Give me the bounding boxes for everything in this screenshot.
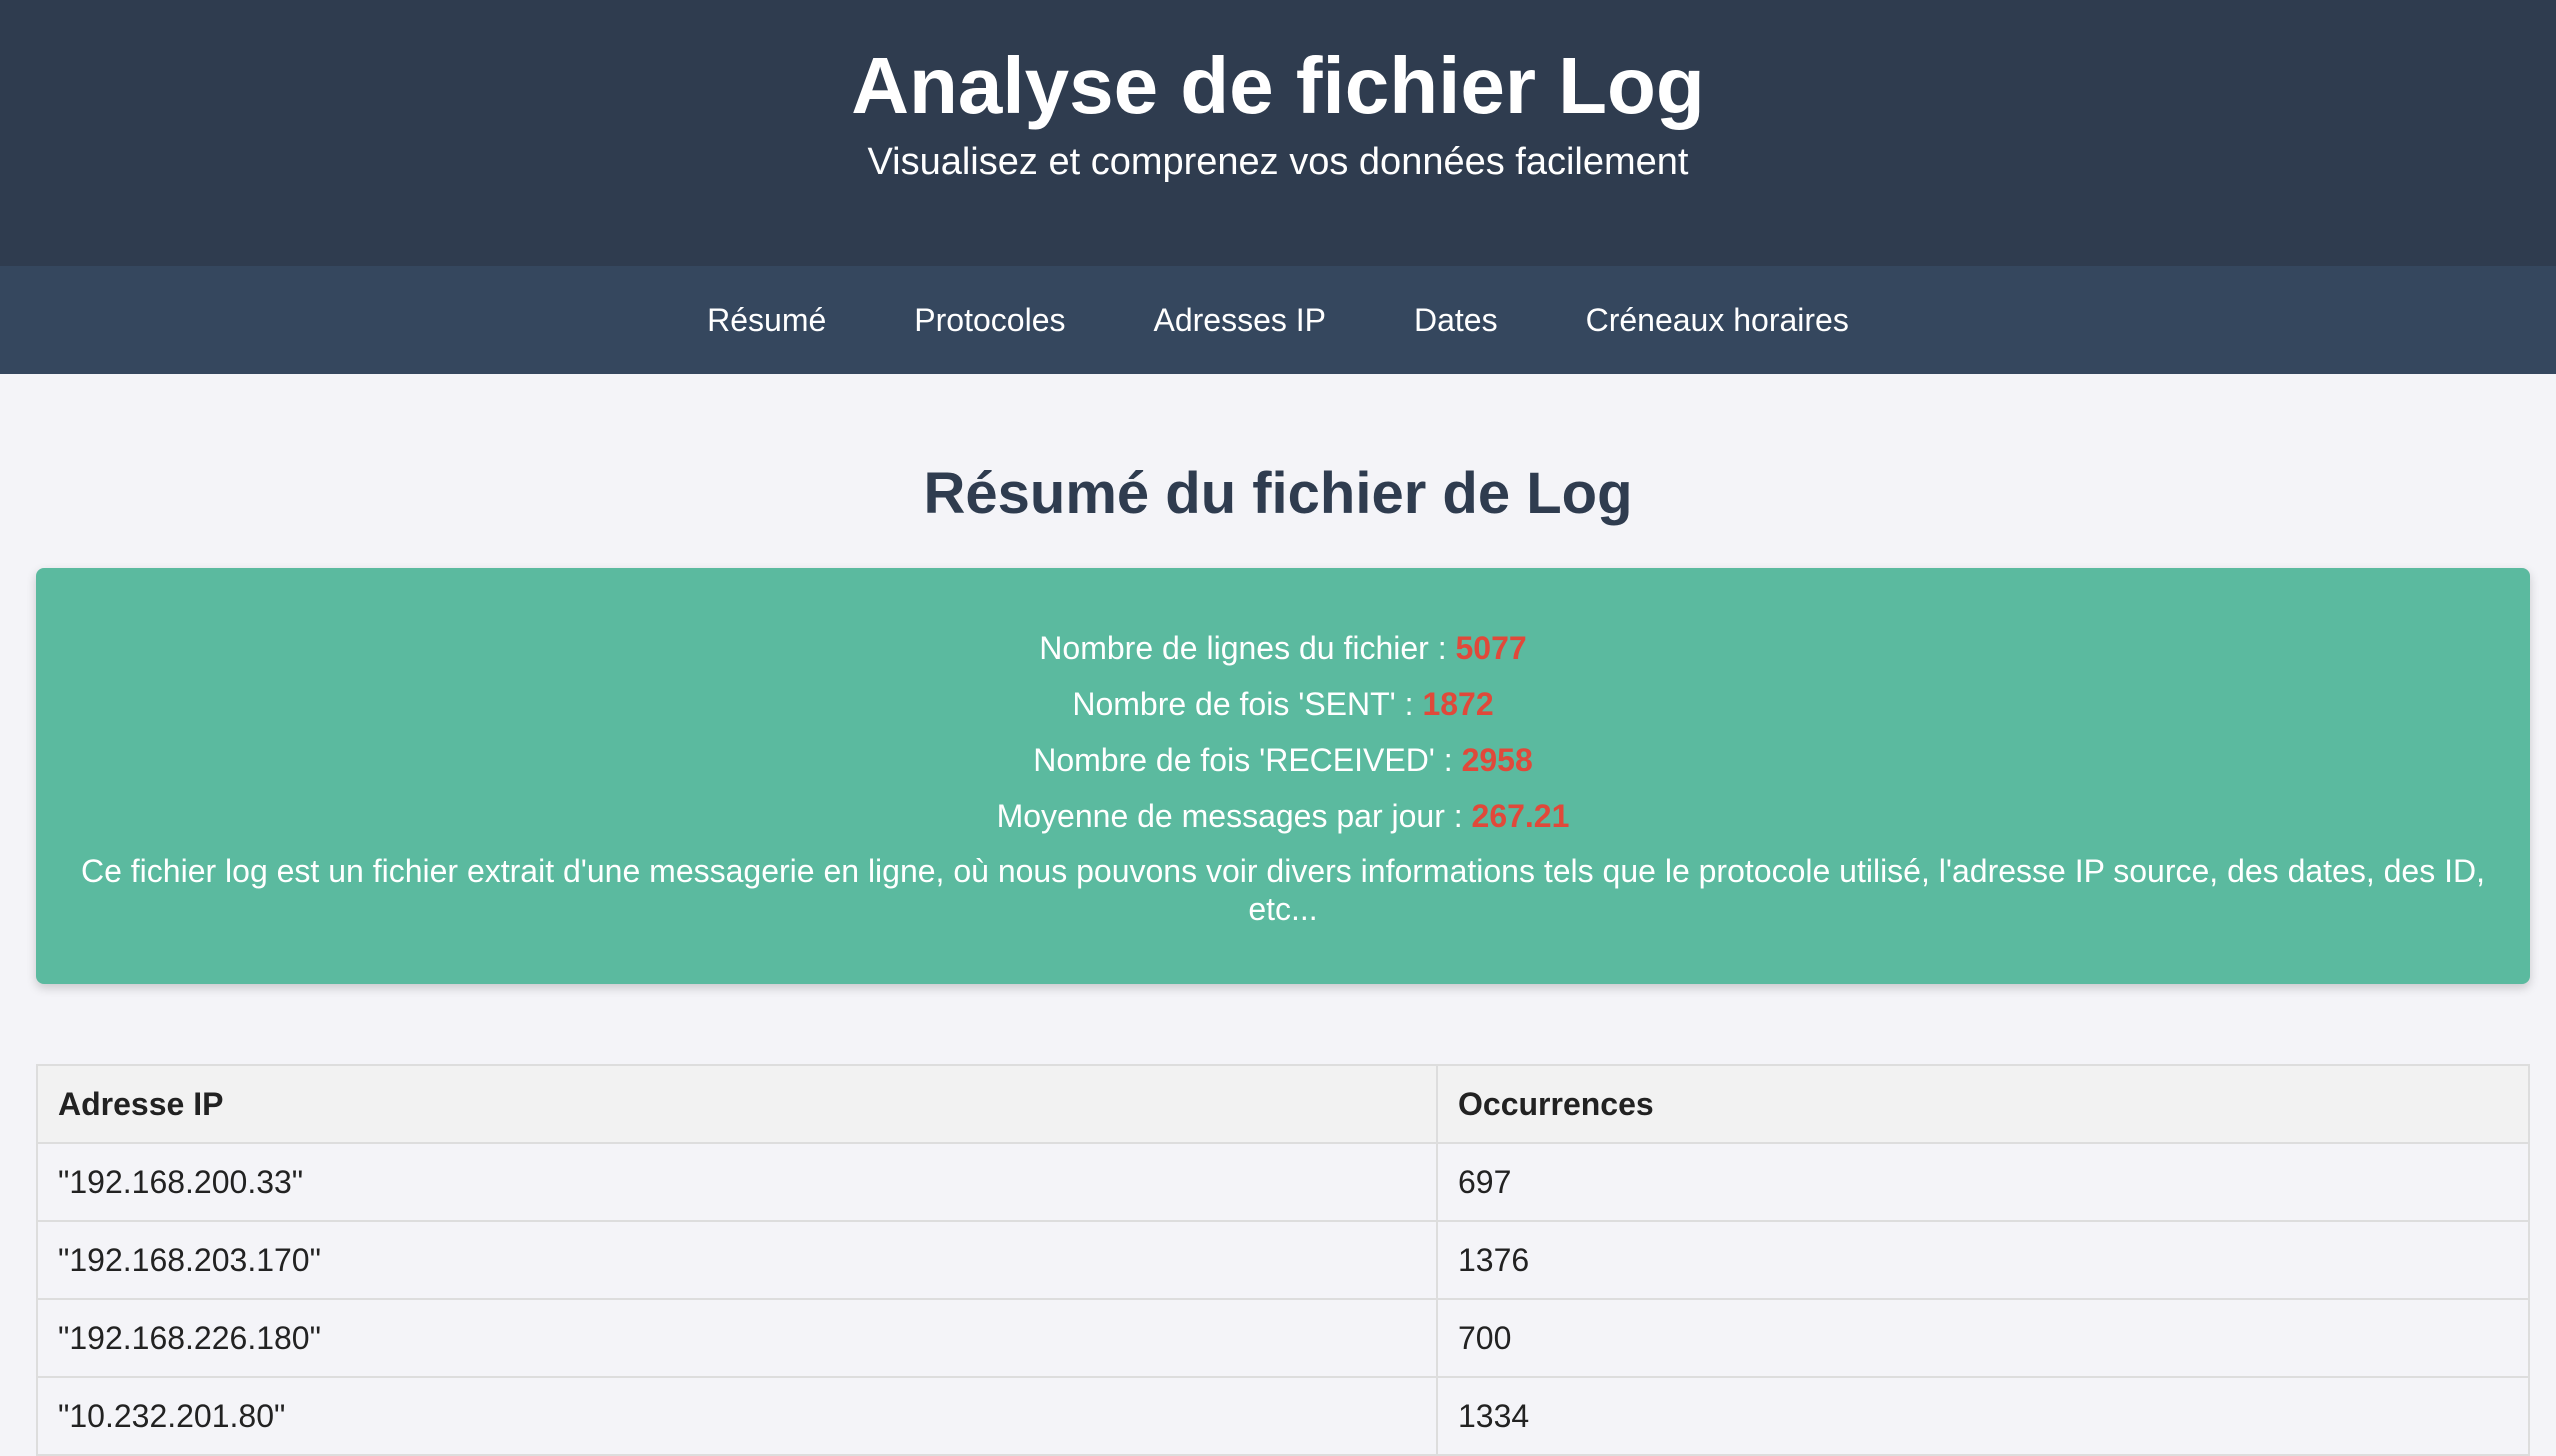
stat-label: Nombre de fois 'RECEIVED' : [1033, 742, 1462, 778]
stat-label: Nombre de lignes du fichier : [1039, 630, 1456, 666]
nav-link-resume[interactable]: Résumé [707, 266, 826, 374]
stat-label: Nombre de fois 'SENT' : [1072, 686, 1423, 722]
column-header-occurrences: Occurrences [1436, 1064, 2530, 1144]
ip-table: Adresse IP Occurrences "192.168.200.33" … [36, 1064, 2530, 1456]
table-header-row: Adresse IP Occurrences [36, 1064, 2530, 1144]
site-title: Analyse de fichier Log [851, 41, 1705, 130]
stat-value: 2958 [1461, 742, 1533, 778]
ip-cell: "192.168.200.33" [36, 1142, 1438, 1222]
table-row: "192.168.203.170" 1376 [36, 1220, 2530, 1300]
ip-cell: "192.168.203.170" [36, 1220, 1438, 1300]
table-row: "192.168.200.33" 697 [36, 1142, 2530, 1222]
column-header-ip: Adresse IP [36, 1064, 1438, 1144]
summary-description: Ce fichier log est un fichier extrait d'… [80, 853, 2485, 927]
ip-cell: "10.232.201.80" [36, 1376, 1438, 1456]
ip-cell: "192.168.226.180" [36, 1298, 1438, 1378]
nav-link-dates[interactable]: Dates [1414, 266, 1498, 374]
section-title: Résumé du fichier de Log [923, 461, 1633, 526]
stat-line-sent: Nombre de fois 'SENT' : 1872 [36, 676, 2530, 732]
table-row: "192.168.226.180" 700 [36, 1298, 2530, 1378]
occurrences-cell: 1334 [1436, 1376, 2530, 1456]
nav-link-adresses-ip[interactable]: Adresses IP [1153, 266, 1326, 374]
occurrences-cell: 697 [1436, 1142, 2530, 1222]
nav-link-creneaux-horaires[interactable]: Créneaux horaires [1586, 266, 1849, 374]
stat-value: 5077 [1455, 630, 1527, 666]
stat-line-received: Nombre de fois 'RECEIVED' : 2958 [36, 732, 2530, 788]
occurrences-cell: 700 [1436, 1298, 2530, 1378]
stat-line-average: Moyenne de messages par jour : 267.21 [36, 788, 2530, 844]
main-nav: Résumé Protocoles Adresses IP Dates Crén… [0, 266, 2556, 374]
occurrences-cell: 1376 [1436, 1220, 2530, 1300]
stat-label: Moyenne de messages par jour : [996, 798, 1472, 834]
nav-link-protocoles[interactable]: Protocoles [914, 266, 1065, 374]
summary-card: Nombre de lignes du fichier : 5077 Nombr… [36, 568, 2530, 984]
table-row: "10.232.201.80" 1334 [36, 1376, 2530, 1456]
site-subtitle: Visualisez et comprenez vos données faci… [867, 141, 1689, 183]
stat-line-lines: Nombre de lignes du fichier : 5077 [36, 620, 2530, 676]
stat-value: 267.21 [1471, 798, 1570, 834]
site-header: Analyse de fichier Log Visualisez et com… [0, 0, 2556, 266]
stat-value: 1872 [1422, 686, 1494, 722]
